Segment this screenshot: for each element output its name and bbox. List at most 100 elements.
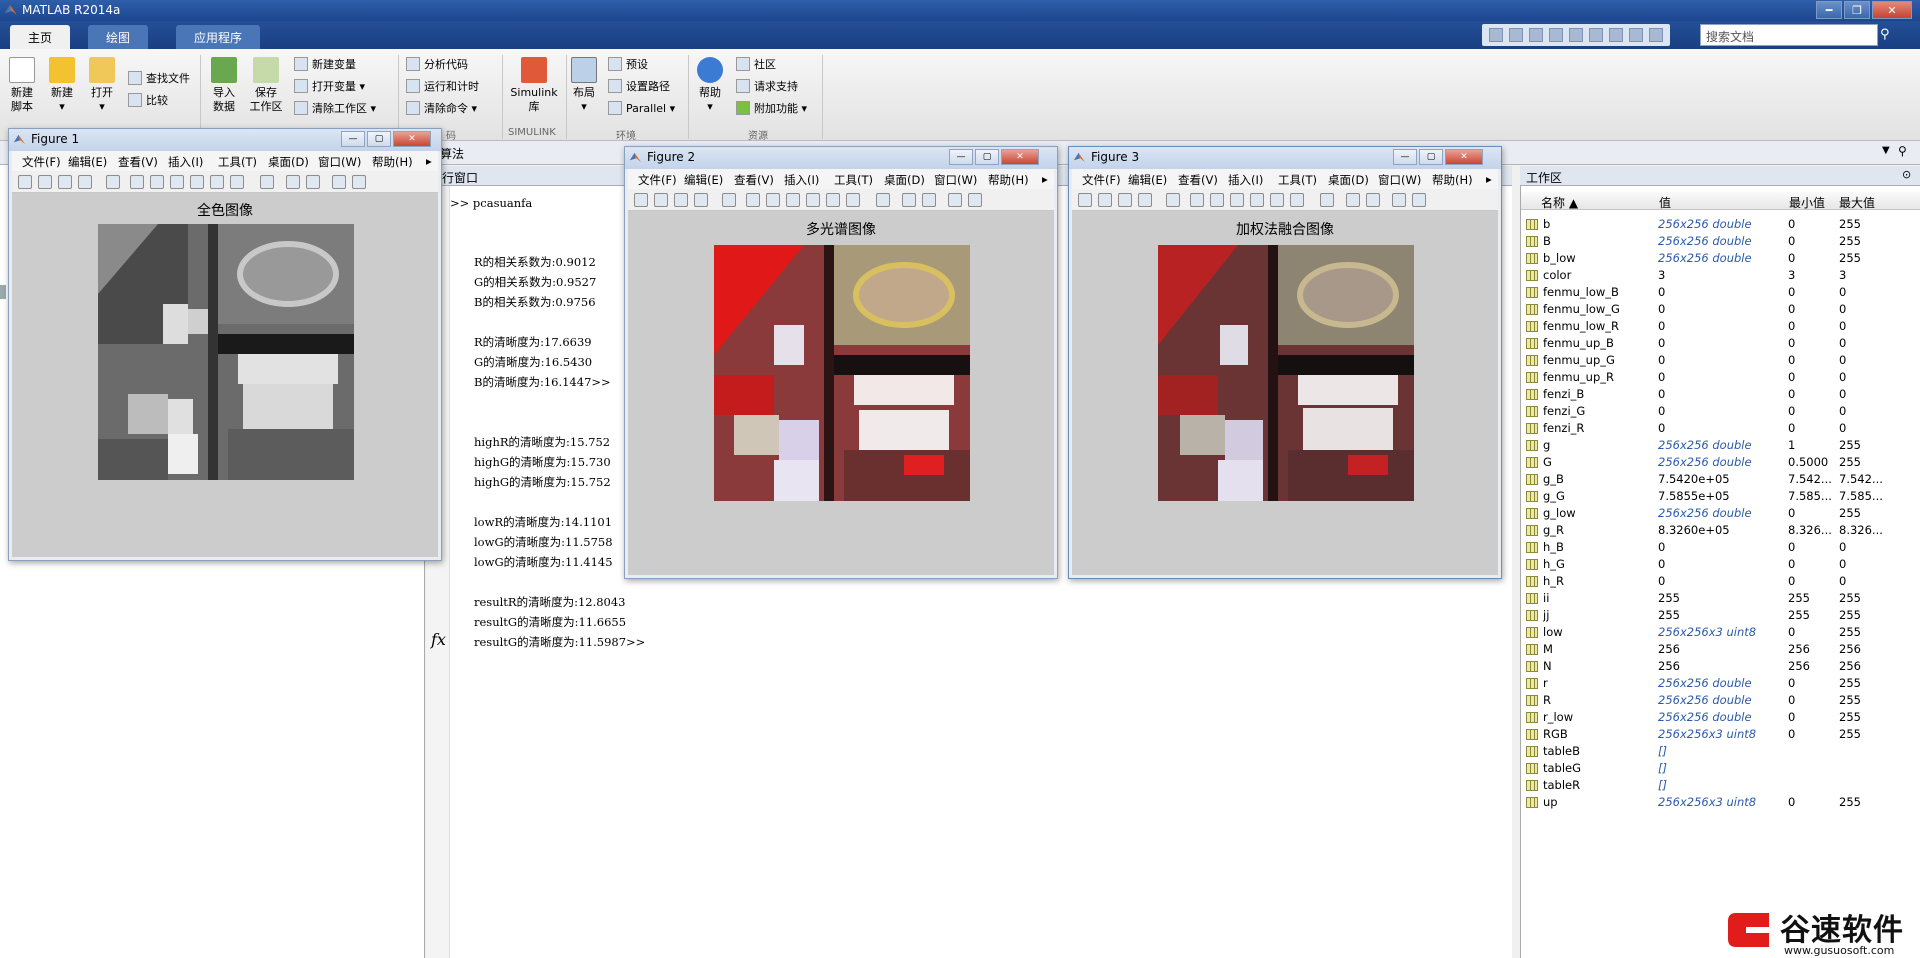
- menu-edit[interactable]: 编辑(E): [684, 172, 723, 188]
- open-variable-button[interactable]: 打开变量 ▾: [294, 77, 365, 95]
- save-icon[interactable]: [58, 175, 72, 189]
- colorbar-icon[interactable]: [1346, 193, 1360, 207]
- search-icon[interactable]: ⚲: [1880, 27, 1890, 42]
- menu-desktop[interactable]: 桌面(D): [884, 172, 925, 188]
- table-row[interactable]: ii 255 255 255: [1521, 590, 1920, 607]
- add-ons-button[interactable]: 附加功能 ▾: [736, 99, 807, 117]
- new-button[interactable]: 新建 ▾: [42, 57, 82, 114]
- table-row[interactable]: G 256x256 double 0.5000 255: [1521, 454, 1920, 471]
- analyze-code-button[interactable]: 分析代码: [406, 55, 468, 73]
- hide-tools-icon[interactable]: [332, 175, 346, 189]
- zoom-out-icon[interactable]: [150, 175, 164, 189]
- table-row[interactable]: b_low 256x256 double 0 255: [1521, 250, 1920, 267]
- table-row[interactable]: fenmu_low_B 0 0 0: [1521, 284, 1920, 301]
- table-row[interactable]: RGB 256x256x3 uint8 0 255: [1521, 726, 1920, 743]
- maximize-button[interactable]: ▢: [367, 131, 391, 147]
- clear-workspace-button[interactable]: 清除工作区 ▾: [294, 99, 376, 117]
- help-button[interactable]: 帮助 ▾: [690, 57, 730, 114]
- brush-icon[interactable]: [846, 193, 860, 207]
- table-row[interactable]: fenmu_low_R 0 0 0: [1521, 318, 1920, 335]
- menu-insert[interactable]: 插入(I): [1228, 172, 1263, 188]
- column-name[interactable]: 名称 ▲: [1541, 194, 1578, 211]
- table-row[interactable]: fenmu_up_B 0 0 0: [1521, 335, 1920, 352]
- set-path-button[interactable]: 设置路径: [608, 77, 670, 95]
- table-row[interactable]: h_B 0 0 0: [1521, 539, 1920, 556]
- search-icon[interactable]: ⚲: [1898, 144, 1907, 158]
- table-row[interactable]: R 256x256 double 0 255: [1521, 692, 1920, 709]
- menu-edit[interactable]: 编辑(E): [68, 154, 107, 170]
- chevron-right-icon[interactable]: ▸: [1486, 172, 1492, 186]
- open-button[interactable]: 打开 ▾: [82, 57, 122, 114]
- current-folder-path[interactable]: 算法: [440, 145, 464, 162]
- table-row[interactable]: jj 255 255 255: [1521, 607, 1920, 624]
- new-variable-button[interactable]: 新建变量: [294, 55, 356, 73]
- close-button[interactable]: ✕: [1872, 1, 1912, 19]
- table-row[interactable]: tableB []: [1521, 743, 1920, 760]
- table-row[interactable]: h_G 0 0 0: [1521, 556, 1920, 573]
- figure-window-2[interactable]: Figure 2 — ▢ ✕ 文件(F) 编辑(E) 查看(V) 插入(I) 工具(…: [624, 146, 1058, 579]
- link-plot-icon[interactable]: [1320, 193, 1334, 207]
- legend-icon[interactable]: [1366, 193, 1380, 207]
- minimize-button[interactable]: —: [341, 131, 365, 147]
- save-icon[interactable]: [1509, 28, 1523, 42]
- column-max[interactable]: 最大值: [1839, 194, 1875, 211]
- table-row[interactable]: g 256x256 double 1 255: [1521, 437, 1920, 454]
- maximize-button[interactable]: ▢: [1419, 149, 1443, 165]
- menu-window[interactable]: 窗口(W): [1378, 172, 1421, 188]
- request-support-button[interactable]: 请求支持: [736, 77, 798, 95]
- chevron-right-icon[interactable]: ▸: [426, 154, 432, 168]
- menu-desktop[interactable]: 桌面(D): [1328, 172, 1369, 188]
- show-tools-icon[interactable]: [1412, 193, 1426, 207]
- figure-1-title-bar[interactable]: Figure 1 — ▢ ✕: [9, 129, 441, 151]
- table-row[interactable]: fenzi_R 0 0 0: [1521, 420, 1920, 437]
- table-row[interactable]: N 256 256 256: [1521, 658, 1920, 675]
- menu-help[interactable]: 帮助(H): [1432, 172, 1473, 188]
- table-row[interactable]: r_low 256x256 double 0 255: [1521, 709, 1920, 726]
- data-cursor-icon[interactable]: [1270, 193, 1284, 207]
- table-row[interactable]: tableR []: [1521, 777, 1920, 794]
- chevron-right-icon[interactable]: ▸: [1042, 172, 1048, 186]
- paste-icon[interactable]: [1569, 28, 1583, 42]
- panel-splitter-handle[interactable]: [0, 285, 6, 299]
- table-row[interactable]: h_R 0 0 0: [1521, 573, 1920, 590]
- preferences-button[interactable]: 预设: [608, 55, 648, 73]
- figure-2-title-bar[interactable]: Figure 2 — ▢ ✕: [625, 147, 1057, 169]
- open-file-icon[interactable]: [654, 193, 668, 207]
- rotate-icon[interactable]: [190, 175, 204, 189]
- table-row[interactable]: M 256 256 256: [1521, 641, 1920, 658]
- menu-tools[interactable]: 工具(T): [218, 154, 257, 170]
- data-cursor-icon[interactable]: [210, 175, 224, 189]
- parallel-button[interactable]: Parallel ▾: [608, 99, 675, 117]
- print-icon[interactable]: [78, 175, 92, 189]
- tab-home[interactable]: 主页: [10, 25, 71, 49]
- save-icon[interactable]: [1118, 193, 1132, 207]
- table-row[interactable]: b 256x256 double 0 255: [1521, 216, 1920, 233]
- new-script-button[interactable]: 新建 脚本: [2, 57, 42, 114]
- table-row[interactable]: fenmu_up_R 0 0 0: [1521, 369, 1920, 386]
- cut-icon[interactable]: [1529, 28, 1543, 42]
- column-min[interactable]: 最小值: [1789, 194, 1825, 211]
- table-row[interactable]: g_G 7.5855e+05 7.585... 7.585...: [1521, 488, 1920, 505]
- menu-file[interactable]: 文件(F): [22, 154, 61, 170]
- table-row[interactable]: fenzi_B 0 0 0: [1521, 386, 1920, 403]
- help-icon[interactable]: [1649, 28, 1663, 42]
- quick-toolbar-icon[interactable]: [1489, 28, 1503, 42]
- community-button[interactable]: 社区: [736, 55, 776, 73]
- open-file-icon[interactable]: [38, 175, 52, 189]
- menu-view[interactable]: 查看(V): [1178, 172, 1218, 188]
- tab-apps[interactable]: 应用程序: [176, 25, 261, 49]
- rotate-icon[interactable]: [806, 193, 820, 207]
- pan-hand-icon[interactable]: [170, 175, 184, 189]
- table-row[interactable]: up 256x256x3 uint8 0 255: [1521, 794, 1920, 811]
- pointer-icon[interactable]: [722, 193, 736, 207]
- menu-window[interactable]: 窗口(W): [318, 154, 361, 170]
- table-row[interactable]: g_low 256x256 double 0 255: [1521, 505, 1920, 522]
- rotate-icon[interactable]: [1250, 193, 1264, 207]
- colorbar-icon[interactable]: [902, 193, 916, 207]
- menu-view[interactable]: 查看(V): [734, 172, 774, 188]
- print-icon[interactable]: [694, 193, 708, 207]
- column-value[interactable]: 值: [1659, 194, 1671, 211]
- tab-plots[interactable]: 绘图: [88, 25, 149, 49]
- search-documentation-input[interactable]: 搜索文档: [1700, 24, 1878, 46]
- pan-hand-icon[interactable]: [786, 193, 800, 207]
